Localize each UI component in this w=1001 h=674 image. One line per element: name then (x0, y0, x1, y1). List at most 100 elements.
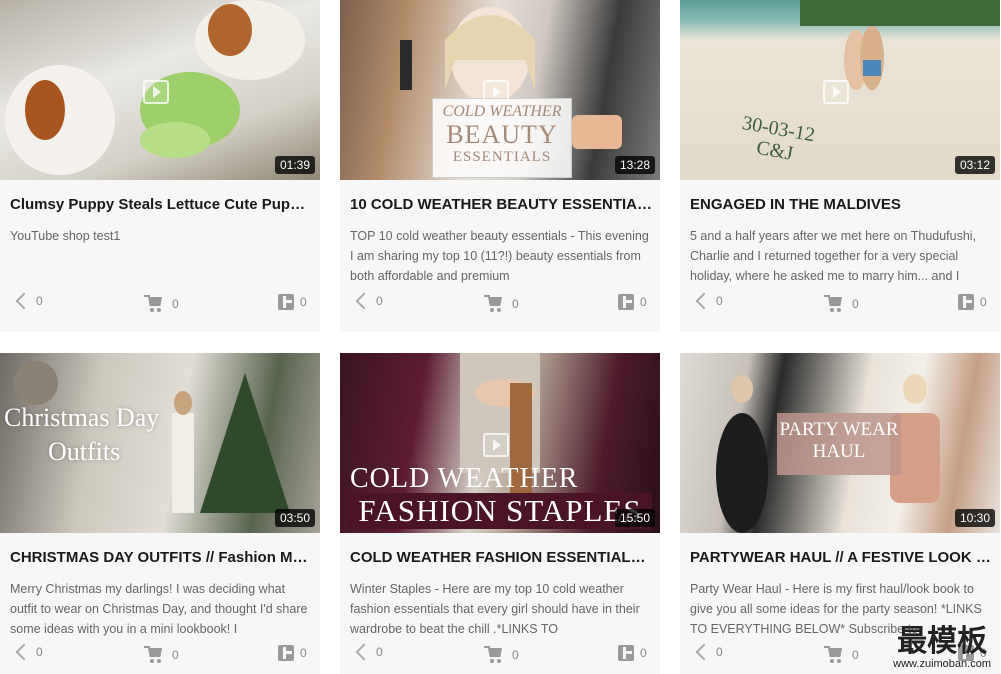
cart-button[interactable]: 0 (144, 645, 179, 665)
video-description: YouTube shop test1 (10, 229, 121, 243)
tumblr-count: 0 (640, 295, 647, 309)
tumblr-icon (958, 294, 974, 310)
cart-button[interactable]: 0 (824, 645, 859, 665)
video-thumbnail[interactable]: 01:39 (0, 0, 320, 180)
thumbnail-overlay-title: COLD WEATHER BEAUTY ESSENTIALS (432, 98, 572, 178)
watermark-brand: 最模板 (897, 624, 988, 659)
watermark-url: www.zuimoban.com (893, 658, 991, 670)
video-thumbnail[interactable]: Christmas Day Outfits 03:50 (0, 353, 320, 533)
cart-icon (484, 294, 506, 314)
tumblr-count: 0 (980, 295, 987, 309)
video-description: Merry Christmas my darlings! I was decid… (10, 582, 308, 636)
cart-count: 0 (172, 297, 179, 311)
play-icon[interactable] (483, 80, 509, 104)
share-button[interactable]: 0 (354, 292, 383, 310)
video-title[interactable]: PARTYWEAR HAUL // A FESTIVE LOOK BOOK... (690, 549, 992, 566)
overlay-line: BEAUTY (446, 120, 558, 149)
tumblr-icon (618, 645, 634, 661)
share-button[interactable]: 0 (14, 292, 43, 310)
thumbnail-overlay-title: Christmas Day Outfits (4, 401, 159, 469)
tumblr-button[interactable]: 0 (618, 294, 647, 310)
video-duration: 13:28 (614, 156, 655, 174)
card-actions: 0 0 0 (340, 643, 660, 669)
video-title[interactable]: CHRISTMAS DAY OUTFITS // Fashion Mumblr.… (10, 549, 312, 566)
thumbnail-overlay-subtitle: FASHION STAPLES (348, 493, 652, 529)
tumblr-button[interactable]: 0 (278, 645, 307, 661)
video-description: Winter Staples - Here are my top 10 cold… (350, 582, 640, 636)
cart-button[interactable]: 0 (484, 645, 519, 665)
thumbnail-overlay-title: COLD WEATHER (350, 463, 579, 494)
cart-button[interactable]: 0 (484, 294, 519, 314)
card-actions: 0 0 0 (340, 292, 660, 318)
video-duration: 10:30 (954, 509, 995, 527)
video-card[interactable]: COLD WEATHER FASHION STAPLES 15:50 COLD … (340, 353, 660, 674)
site-watermark: 最模板 www.zuimoban.com (893, 624, 991, 671)
tumblr-button[interactable]: 0 (278, 294, 307, 310)
share-count: 0 (716, 645, 723, 659)
share-count: 0 (376, 294, 383, 308)
cart-icon (484, 645, 506, 665)
overlay-line: Outfits (48, 437, 121, 466)
video-duration: 01:39 (274, 156, 315, 174)
cart-icon (144, 645, 166, 665)
overlay-line: Christmas Day (4, 403, 160, 432)
video-title[interactable]: COLD WEATHER FASHION ESSENTIALS... (350, 549, 652, 566)
cart-icon (824, 294, 846, 314)
overlay-line: COLD WEATHER (442, 103, 562, 120)
share-icon (355, 292, 373, 310)
video-duration: 03:50 (274, 509, 315, 527)
cart-count: 0 (512, 648, 519, 662)
video-thumbnail[interactable]: PARTY WEAR HAUL 10:30 (680, 353, 1000, 533)
share-icon (15, 292, 33, 310)
share-icon (695, 643, 713, 661)
overlay-line: PARTY WEAR (779, 419, 899, 440)
video-card[interactable]: COLD WEATHER BEAUTY ESSENTIALS 13:28 10 … (340, 0, 660, 332)
tumblr-count: 0 (300, 295, 307, 309)
cart-button[interactable]: 0 (144, 294, 179, 314)
video-card[interactable]: 01:39 Clumsy Puppy Steals Lettuce Cute P… (0, 0, 320, 332)
share-count: 0 (716, 294, 723, 308)
video-duration: 03:12 (954, 156, 995, 174)
thumbnail-overlay-title: PARTY WEAR HAUL (777, 413, 901, 475)
cart-button[interactable]: 0 (824, 294, 859, 314)
tumblr-button[interactable]: 0 (618, 645, 647, 661)
share-button[interactable]: 0 (354, 643, 383, 661)
cart-count: 0 (852, 648, 859, 662)
cart-count: 0 (172, 648, 179, 662)
video-description: TOP 10 cold weather beauty essentials - … (350, 229, 649, 283)
tumblr-button[interactable]: 0 (958, 294, 987, 310)
video-card[interactable]: 30-03-12 C&J 03:12 ENGAGED IN THE MALDIV… (680, 0, 1000, 332)
video-title[interactable]: 10 COLD WEATHER BEAUTY ESSENTIALS... (350, 196, 652, 213)
card-actions: 0 0 0 (0, 292, 320, 318)
overlay-line: HAUL (812, 441, 866, 462)
tumblr-icon (278, 645, 294, 661)
share-count: 0 (376, 645, 383, 659)
play-icon[interactable] (823, 80, 849, 104)
card-actions: 0 0 0 (680, 292, 1000, 318)
overlay-line: ESSENTIALS (452, 149, 552, 165)
share-button[interactable]: 0 (14, 643, 43, 661)
play-icon[interactable] (143, 80, 169, 104)
video-title[interactable]: ENGAGED IN THE MALDIVES (690, 196, 992, 213)
card-actions: 0 0 0 (0, 643, 320, 669)
tumblr-count: 0 (640, 646, 647, 660)
play-icon[interactable] (483, 433, 509, 457)
video-title[interactable]: Clumsy Puppy Steals Lettuce Cute Puppy..… (10, 196, 312, 213)
video-duration: 15:50 (614, 509, 655, 527)
share-button[interactable]: 0 (694, 292, 723, 310)
cart-count: 0 (852, 297, 859, 311)
video-thumbnail[interactable]: COLD WEATHER FASHION STAPLES 15:50 (340, 353, 660, 533)
share-icon (15, 643, 33, 661)
tumblr-icon (618, 294, 634, 310)
share-icon (355, 643, 373, 661)
cart-icon (144, 294, 166, 314)
video-thumbnail[interactable]: 30-03-12 C&J 03:12 (680, 0, 1000, 180)
video-description: 5 and a half years after we met here on … (690, 229, 977, 283)
cart-count: 0 (512, 297, 519, 311)
video-card[interactable]: Christmas Day Outfits 03:50 CHRISTMAS DA… (0, 353, 320, 674)
cart-icon (824, 645, 846, 665)
share-count: 0 (36, 294, 43, 308)
video-thumbnail[interactable]: COLD WEATHER BEAUTY ESSENTIALS 13:28 (340, 0, 660, 180)
share-button[interactable]: 0 (694, 643, 723, 661)
share-icon (695, 292, 713, 310)
